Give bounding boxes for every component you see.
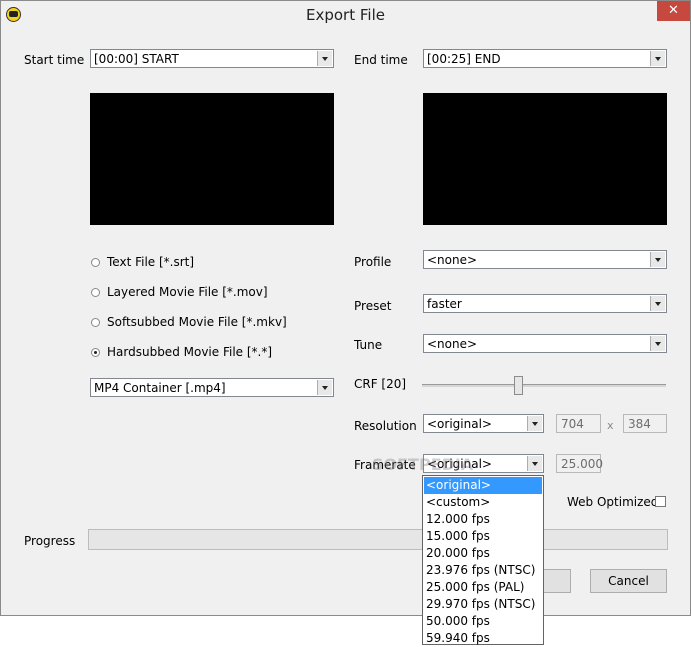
framerate-option[interactable]: 23.976 fps (NTSC) [424,562,542,579]
export-file-window: Export File ✕ Start time [00:00] START E… [0,0,691,616]
resolution-height-field[interactable]: 384 [623,414,667,433]
container-value: MP4 Container [.mp4] [94,381,226,395]
tune-value: <none> [427,337,478,351]
chevron-down-icon [527,456,542,471]
radio-label-softsubbed-movie: Softsubbed Movie File [*.mkv] [107,315,287,329]
crf-slider-thumb[interactable] [514,376,523,395]
web-optimized-checkbox[interactable] [655,496,666,507]
web-optimized-label: Web Optimized [567,495,659,509]
start-time-label: Start time [24,53,85,67]
chevron-down-icon [650,296,665,311]
chevron-down-icon [317,380,332,395]
resolution-value: <original> [427,417,492,431]
preset-value: faster [427,297,462,311]
profile-value: <none> [427,253,478,267]
framerate-option[interactable]: 12.000 fps [424,511,542,528]
start-time-select[interactable]: [00:00] START [90,49,334,68]
chevron-down-icon [527,416,542,431]
close-button[interactable]: ✕ [657,1,690,21]
title-bar[interactable]: Export File ✕ [1,1,690,30]
resolution-select[interactable]: <original> [423,414,544,433]
framerate-dropdown-list[interactable]: <original> <custom> 12.000 fps 15.000 fps 20… [422,475,544,645]
end-time-select[interactable]: [00:25] END [423,49,667,68]
framerate-option[interactable]: 29.970 fps (NTSC) [424,596,542,613]
framerate-option[interactable]: 20.000 fps [424,545,542,562]
chevron-down-icon [650,336,665,351]
framerate-fps-field[interactable]: 25.000 [556,454,603,473]
preset-select[interactable]: faster [423,294,667,313]
watermark: SOFTPEDIA [372,455,474,474]
profile-select[interactable]: <none> [423,250,667,269]
radio-label-layered-movie: Layered Movie File [*.mov] [107,285,268,299]
profile-label: Profile [354,255,392,269]
window-title: Export File [306,6,385,24]
radio-label-text-file: Text File [*.srt] [107,255,195,269]
crf-slider-track[interactable] [422,384,666,387]
radio-softsubbed-movie[interactable] [91,318,100,327]
start-frame-preview [90,93,334,225]
end-time-value: [00:25] END [427,52,501,66]
framerate-option[interactable]: 59.940 fps [424,630,542,647]
chevron-down-icon [317,51,332,66]
radio-text-file[interactable] [91,258,100,267]
close-icon: ✕ [668,3,679,18]
preset-label: Preset [354,299,392,313]
tune-label: Tune [354,338,383,352]
tune-select[interactable]: <none> [423,334,667,353]
start-time-value: [00:00] START [94,52,179,66]
cancel-button[interactable]: Cancel [590,569,667,593]
framerate-option[interactable]: 15.000 fps [424,528,542,545]
container-select[interactable]: MP4 Container [.mp4] [90,378,334,397]
framerate-option[interactable]: 50.000 fps [424,613,542,630]
resolution-label: Resolution [354,419,417,433]
progress-bar [88,529,668,550]
framerate-option[interactable]: <custom> [424,494,542,511]
radio-label-hardsubbed-movie: Hardsubbed Movie File [*.*] [107,345,273,359]
resolution-separator: x [607,419,614,432]
crf-label: CRF [20] [354,377,407,391]
chevron-down-icon [650,51,665,66]
chevron-down-icon [650,252,665,267]
radio-hardsubbed-movie[interactable] [91,348,100,357]
resolution-width-field[interactable]: 704 [556,414,601,433]
progress-label: Progress [24,534,76,548]
end-time-label: End time [354,53,408,67]
radio-layered-movie[interactable] [91,288,100,297]
framerate-option[interactable]: 25.000 fps (PAL) [424,579,542,596]
end-frame-preview [423,93,667,225]
framerate-option[interactable]: <original> [424,477,542,494]
